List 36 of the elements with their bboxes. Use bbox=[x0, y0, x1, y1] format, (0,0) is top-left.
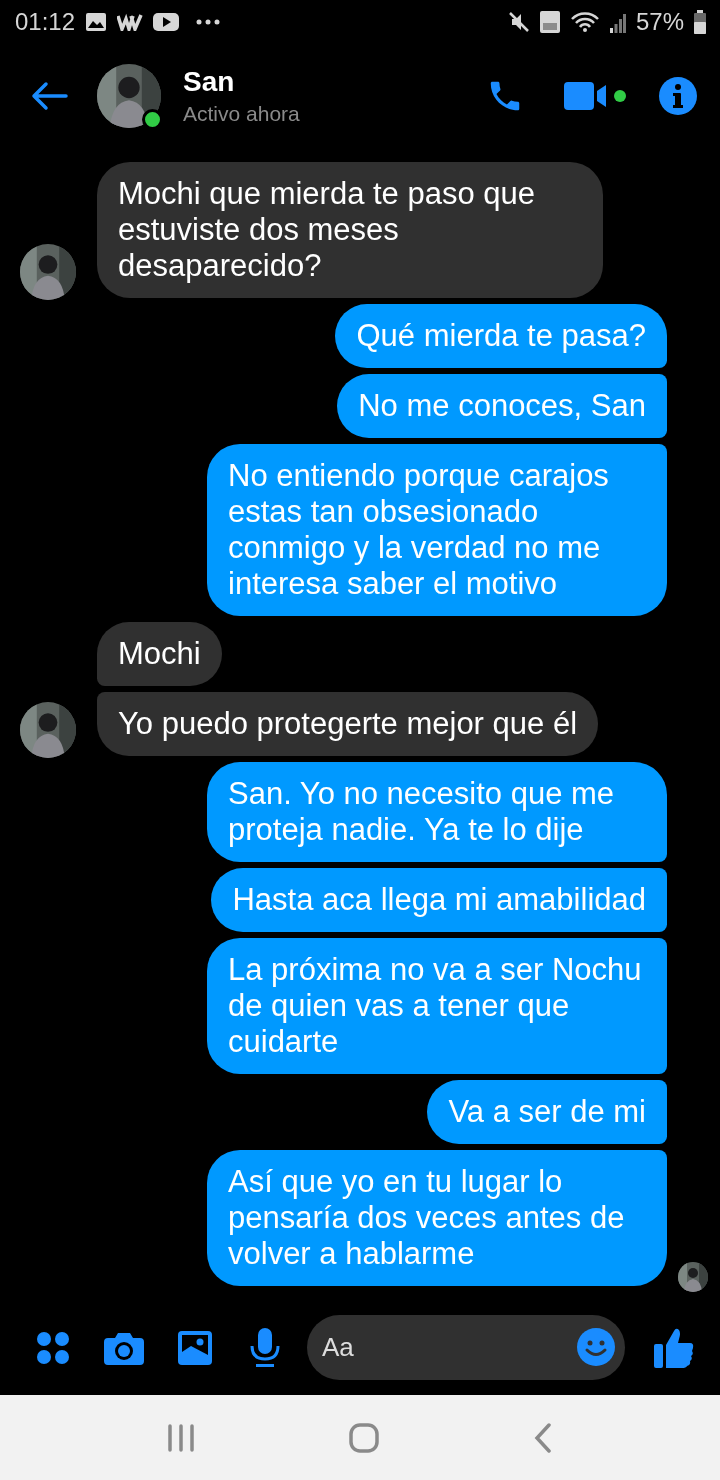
message-bubble: Hasta aca llega mi amabilidad bbox=[211, 868, 667, 932]
camera-button[interactable] bbox=[104, 1330, 144, 1365]
image-icon bbox=[85, 12, 108, 32]
message-bubble: La próxima no va a ser Nochu de quien vas a tener que cuidarte bbox=[207, 938, 667, 1074]
microphone-button[interactable] bbox=[250, 1327, 280, 1368]
info-button[interactable] bbox=[658, 76, 698, 116]
back-button[interactable] bbox=[30, 81, 68, 111]
emoji-button[interactable] bbox=[577, 1328, 615, 1366]
signal-icon bbox=[609, 11, 626, 33]
mute-icon bbox=[507, 11, 530, 33]
contact-status: Activo ahora bbox=[183, 102, 301, 126]
back-nav-button[interactable] bbox=[533, 1422, 553, 1453]
message-bubble: No me conoces, San bbox=[337, 374, 667, 438]
contact-name: San bbox=[183, 66, 236, 98]
play-icon bbox=[153, 13, 180, 31]
message-bubble: Así que yo en tu lugar lo pensaría dos veces antes de volver a hablarme bbox=[207, 1150, 667, 1286]
more-icon bbox=[195, 18, 222, 26]
apps-button[interactable] bbox=[36, 1330, 70, 1365]
battery-percent: 57% bbox=[635, 8, 684, 36]
message-field[interactable]: Aa bbox=[307, 1315, 625, 1380]
message-bubble: Va a ser de mi bbox=[427, 1080, 667, 1144]
message-bubble: Mochi bbox=[97, 622, 222, 686]
message-bubble: San. Yo no necesito que me proteja nadie. Ya te lo dije bbox=[207, 762, 667, 862]
wifi-icon bbox=[569, 11, 600, 33]
clock: 01:12 bbox=[15, 8, 76, 36]
message-bubble: Qué mierda te pasa? bbox=[335, 304, 667, 368]
message-bubble: Yo puedo protegerte mejor que él bbox=[97, 692, 599, 756]
recent-apps-button[interactable] bbox=[167, 1423, 195, 1452]
video-call-button[interactable] bbox=[564, 81, 628, 111]
like-button[interactable] bbox=[654, 1326, 694, 1369]
message-bubble: No entiendo porque carajos estas tan obsesionado conmigo y la verdad no me interesa saber el motivo bbox=[207, 444, 667, 616]
battery-icon bbox=[694, 10, 706, 34]
home-button[interactable] bbox=[349, 1422, 379, 1453]
message-bubble: Mochi que mierda te paso que estuviste dos meses desaparecido? bbox=[97, 162, 603, 298]
gallery-button[interactable] bbox=[178, 1330, 212, 1365]
w-logo-icon bbox=[117, 13, 144, 31]
